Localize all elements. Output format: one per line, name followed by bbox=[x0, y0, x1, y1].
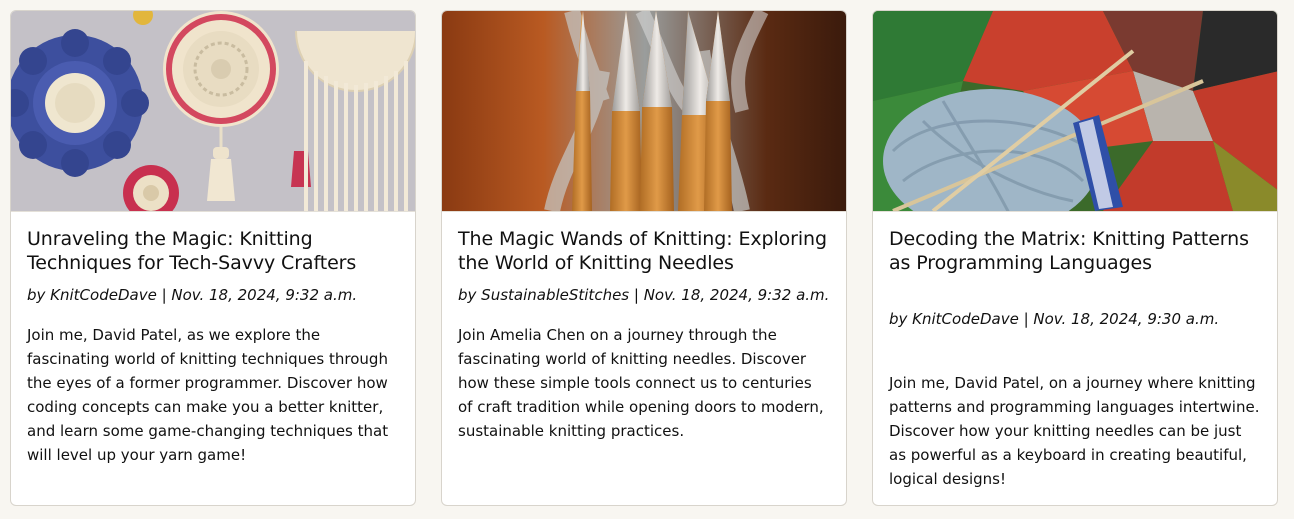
post-thumbnail-yarn[interactable] bbox=[873, 11, 1277, 212]
post-card[interactable]: Unraveling the Magic: Knitting Technique… bbox=[10, 10, 416, 506]
blog-post-grid: Unraveling the Magic: Knitting Technique… bbox=[10, 10, 1278, 506]
post-excerpt: Join me, David Patel, on a journey where… bbox=[889, 374, 1260, 488]
post-title[interactable]: Unraveling the Magic: Knitting Technique… bbox=[27, 227, 399, 275]
post-thumbnail-needles[interactable] bbox=[442, 11, 846, 212]
post-byline: by KnitCodeDave | Nov. 18, 2024, 9:30 a.… bbox=[889, 310, 1220, 328]
post-title[interactable]: Decoding the Matrix: Knitting Patterns a… bbox=[889, 227, 1261, 275]
post-title[interactable]: The Magic Wands of Knitting: Exploring t… bbox=[458, 227, 830, 275]
post-card[interactable]: Decoding the Matrix: Knitting Patterns a… bbox=[872, 10, 1278, 506]
post-byline: by KnitCodeDave | Nov. 18, 2024, 9:32 a.… bbox=[27, 286, 358, 304]
post-excerpt: Join Amelia Chen on a journey through th… bbox=[458, 326, 824, 440]
post-byline: by SustainableStitches | Nov. 18, 2024, … bbox=[458, 286, 830, 304]
post-thumbnail-crochet[interactable] bbox=[11, 11, 415, 212]
post-card[interactable]: The Magic Wands of Knitting: Exploring t… bbox=[441, 10, 847, 506]
post-excerpt: Join me, David Patel, as we explore the … bbox=[27, 326, 389, 464]
